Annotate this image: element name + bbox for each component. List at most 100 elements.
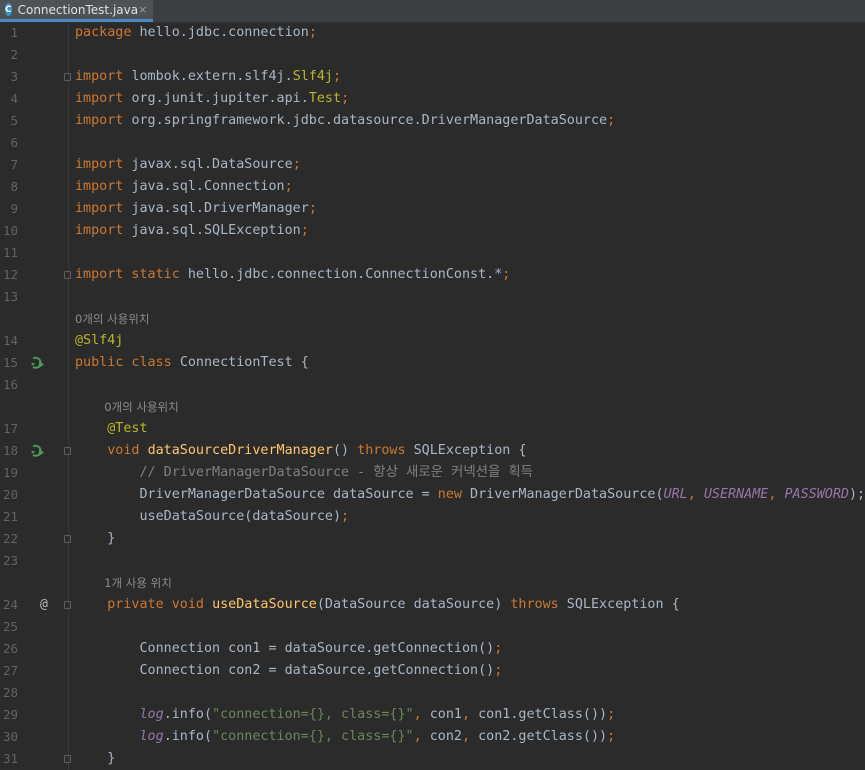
code-token: ; bbox=[494, 663, 503, 678]
run-test-icon[interactable] bbox=[30, 355, 46, 371]
code-token: new bbox=[437, 487, 471, 502]
code-token: ; bbox=[341, 91, 350, 106]
code-text: useDataSource(dataSource); bbox=[75, 506, 349, 528]
code-token: } bbox=[75, 531, 116, 546]
close-icon[interactable]: × bbox=[138, 3, 147, 16]
line-number: 26 bbox=[2, 641, 18, 656]
code-token: Connection con2 = dataSource.getConnecti… bbox=[75, 663, 495, 678]
code-token: ; bbox=[300, 223, 309, 238]
code-line: 1 package hello.jdbc.connection; bbox=[0, 22, 865, 44]
line-number: 9 bbox=[10, 201, 18, 216]
fold-toggle-icon[interactable] bbox=[64, 601, 71, 609]
code-text: import java.sql.SQLException; bbox=[75, 220, 309, 242]
code-token: dataSourceDriverManager bbox=[147, 443, 333, 458]
code-text: log.info("connection={}, class={}", con1… bbox=[75, 704, 616, 726]
fold-toggle-icon[interactable] bbox=[64, 535, 71, 543]
code-token: "connection={}, class={}" bbox=[212, 729, 414, 744]
code-text: } bbox=[75, 528, 115, 550]
code-editor[interactable]: 1 package hello.jdbc.connection; 2 3 import … bbox=[0, 22, 865, 770]
java-class-icon: C bbox=[5, 3, 12, 16]
code-token: ; bbox=[333, 69, 342, 84]
code-line: 16 bbox=[0, 374, 865, 396]
code-token: ; bbox=[341, 509, 350, 524]
file-tab[interactable]: C ConnectionTest.java × bbox=[0, 0, 153, 22]
line-number: 24 bbox=[2, 597, 18, 612]
code-token: java.sql.DriverManager bbox=[131, 201, 309, 216]
line-number: 5 bbox=[10, 113, 18, 128]
code-token: import bbox=[75, 69, 132, 84]
code-text: import javax.sql.DataSource; bbox=[75, 154, 301, 176]
code-line: 13 bbox=[0, 286, 865, 308]
code-token: con1.getClass()) bbox=[478, 707, 608, 722]
implements-icon[interactable]: @ bbox=[40, 594, 56, 612]
fold-toggle-icon[interactable] bbox=[64, 755, 71, 763]
line-number: 6 bbox=[10, 135, 18, 150]
code-token: // DriverManagerDataSource - 항상 새로운 커넥션을… bbox=[139, 465, 534, 480]
code-token: useDataSource bbox=[212, 597, 317, 612]
code-token: Slf4j bbox=[292, 69, 333, 84]
code-token: ; bbox=[607, 707, 616, 722]
line-number: 18 bbox=[2, 443, 18, 458]
fold-toggle-icon[interactable] bbox=[64, 447, 71, 455]
code-token: ; bbox=[292, 157, 301, 172]
line-number: 20 bbox=[2, 487, 18, 502]
code-token: ; bbox=[607, 729, 616, 744]
code-text: import org.springframework.jdbc.datasour… bbox=[75, 110, 615, 132]
code-line: 29 log.info("connection={}, class={}", c… bbox=[0, 704, 865, 726]
code-text: public class ConnectionTest { bbox=[75, 352, 309, 374]
code-text: import java.sql.Connection; bbox=[75, 176, 293, 198]
code-token: URL bbox=[663, 487, 688, 502]
line-number: 16 bbox=[2, 377, 18, 392]
code-line: 9 import java.sql.DriverManager; bbox=[0, 198, 865, 220]
code-token: con2 bbox=[429, 729, 462, 744]
code-line: 18 void dataSourceDriverManager() throws… bbox=[0, 440, 865, 462]
code-token: "connection={}, class={}" bbox=[212, 707, 414, 722]
code-token: ; bbox=[502, 267, 511, 282]
line-number: 10 bbox=[2, 223, 18, 238]
code-token: ; bbox=[284, 179, 293, 194]
line-number: 27 bbox=[2, 663, 18, 678]
code-line: 4 import org.junit.jupiter.api.Test; bbox=[0, 88, 865, 110]
line-number: 11 bbox=[2, 245, 18, 260]
code-token: DriverManagerDataSource dataSource = bbox=[75, 487, 438, 502]
line-number: 25 bbox=[2, 619, 18, 634]
code-token: ; bbox=[607, 113, 616, 128]
code-token: con2.getClass()) bbox=[478, 729, 608, 744]
line-number: 2 bbox=[10, 47, 18, 62]
usage-hint[interactable]: 1개 사용 위치 bbox=[0, 572, 865, 594]
fold-toggle-icon[interactable] bbox=[64, 271, 71, 279]
code-token: lombok.extern.slf4j. bbox=[131, 69, 293, 84]
line-number: 17 bbox=[2, 421, 18, 436]
line-number: 7 bbox=[10, 157, 18, 172]
code-line: 8 import java.sql.Connection; bbox=[0, 176, 865, 198]
code-token: ; bbox=[308, 25, 317, 40]
code-line: 25 bbox=[0, 616, 865, 638]
code-line: 10 import java.sql.SQLException; bbox=[0, 220, 865, 242]
code-token: package bbox=[75, 25, 140, 40]
code-line: 19 // DriverManagerDataSource - 항상 새로운 커… bbox=[0, 462, 865, 484]
usage-hint[interactable]: 0개의 사용위치 bbox=[0, 396, 865, 418]
code-line: 15 public class ConnectionTest { bbox=[0, 352, 865, 374]
usage-hint[interactable]: 0개의 사용위치 bbox=[0, 308, 865, 330]
code-line: 3 import lombok.extern.slf4j.Slf4j; bbox=[0, 66, 865, 88]
line-number: 30 bbox=[2, 729, 18, 744]
line-number: 23 bbox=[2, 553, 18, 568]
line-number: 15 bbox=[2, 355, 18, 370]
code-token: SQLException { bbox=[566, 597, 680, 612]
run-test-icon[interactable] bbox=[30, 443, 46, 459]
code-token: () bbox=[333, 443, 358, 458]
code-token: log bbox=[139, 729, 164, 744]
code-token: org.junit.jupiter.api. bbox=[131, 91, 309, 106]
fold-toggle-icon[interactable] bbox=[64, 73, 71, 81]
code-token: throws bbox=[357, 443, 414, 458]
code-text: package hello.jdbc.connection; bbox=[75, 22, 317, 44]
code-line: 23 bbox=[0, 550, 865, 572]
code-token: , bbox=[768, 487, 785, 502]
line-number: 19 bbox=[2, 465, 18, 480]
code-line: 27 Connection con2 = dataSource.getConne… bbox=[0, 660, 865, 682]
code-token: .info( bbox=[163, 707, 213, 722]
code-token: Test bbox=[308, 91, 342, 106]
code-token: import bbox=[75, 157, 132, 172]
